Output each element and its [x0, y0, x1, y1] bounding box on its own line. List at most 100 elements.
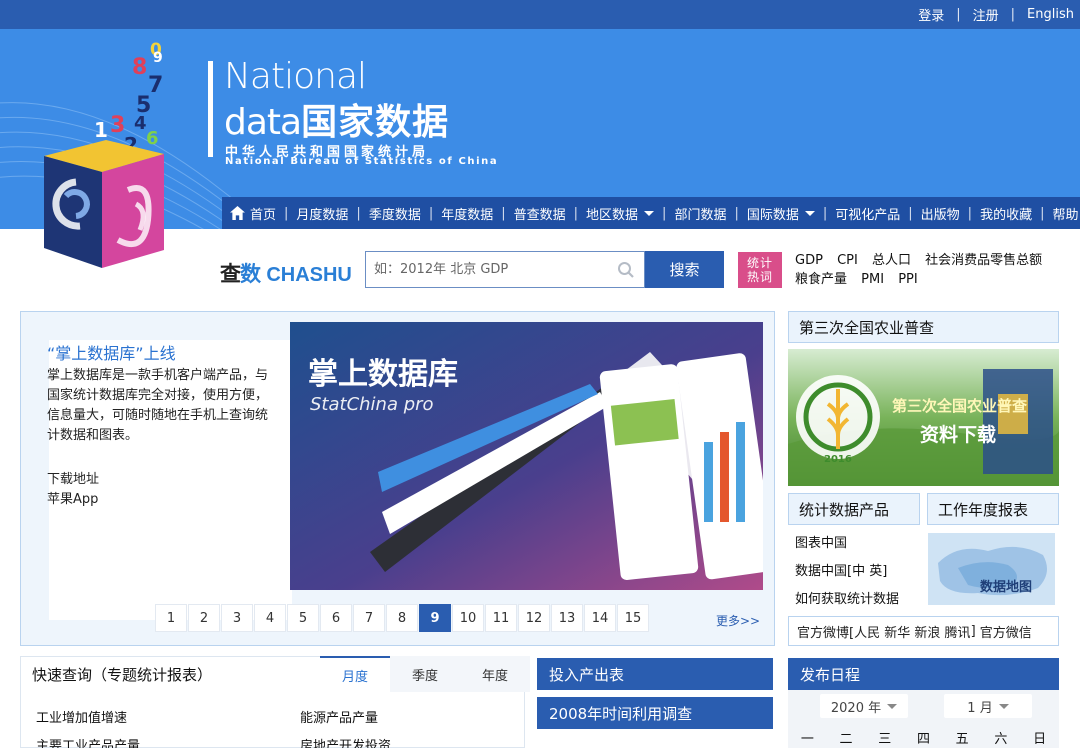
tab-annual[interactable]: 年度 — [460, 656, 530, 692]
divider: | — [956, 7, 961, 22]
chashu-en: CHASHU — [266, 264, 352, 286]
nav-regional[interactable]: 地区数据 — [586, 204, 655, 223]
weekday-label: 一 — [800, 732, 814, 747]
nav-publications[interactable]: 出版物 — [921, 204, 960, 223]
release-calendar-title: 发布日程 — [800, 665, 861, 684]
page-button[interactable]: 2 — [188, 604, 220, 632]
search-input[interactable] — [366, 252, 606, 287]
download-label: 下载地址 — [47, 472, 100, 487]
nav-departmental[interactable]: 部门数据 — [674, 204, 726, 223]
hot-words: GDP CPI 总人口 社会消费品零售总额 粮食产量 PMI PPI — [795, 251, 1080, 289]
hot-word[interactable]: CPI — [837, 253, 858, 268]
quick-query-item[interactable]: 能源产品产量 — [300, 707, 378, 726]
page-button-active[interactable]: 9 — [419, 604, 451, 632]
banner-title: 掌上数据库 — [308, 357, 458, 392]
nav-census[interactable]: 普查数据 — [514, 204, 566, 223]
wechat-link[interactable]: 官方微信 — [980, 622, 1032, 641]
census-banner-line2: 资料下载 — [920, 423, 996, 446]
data-products-header[interactable]: 统计数据产品 — [788, 493, 920, 525]
quick-query-tabs: 月度 季度 年度 — [320, 656, 530, 692]
list-item[interactable]: 如何获取统计数据 — [795, 586, 899, 614]
page-button[interactable]: 8 — [386, 604, 418, 632]
carousel-banner[interactable]: 掌上数据库 StatChina pro — [290, 322, 763, 590]
divider: | — [822, 205, 828, 221]
hot-words-row: 粮食产量 PMI PPI — [795, 270, 1080, 289]
nav-help[interactable]: 帮助 — [1052, 204, 1078, 223]
page-button[interactable]: 15 — [617, 604, 649, 632]
main-nav: 首页 | 月度数据 | 季度数据 | 年度数据 | 普查数据 | 地区数据 | … — [222, 197, 1080, 229]
org-name-en: National Bureau of Statistics of China — [225, 156, 499, 167]
tab-monthly[interactable]: 月度 — [320, 656, 390, 692]
page-button[interactable]: 12 — [518, 604, 550, 632]
nav-home-label: 首页 — [250, 207, 277, 223]
divider: | — [908, 205, 913, 221]
nav-quarterly[interactable]: 季度数据 — [369, 204, 421, 223]
weibo-link-sina[interactable]: 新浪 — [914, 622, 940, 641]
quick-query-item[interactable]: 主要工业产品产量 — [36, 735, 140, 748]
page-button[interactable]: 4 — [254, 604, 286, 632]
annual-report-title: 工作年度报表 — [938, 500, 1029, 519]
divider: | — [428, 205, 434, 221]
nav-favorites[interactable]: 我的收藏 — [980, 204, 1032, 223]
nav-home[interactable]: 首页 — [230, 204, 276, 223]
page-button[interactable]: 14 — [584, 604, 616, 632]
data-products-list: 图表中国 数据中国[中 英] 如何获取统计数据 — [795, 530, 899, 614]
page-button[interactable]: 10 — [452, 604, 484, 632]
feature-description: 掌上数据库是一款手机客户端产品，与国家统计数据库完全对接，使用方便，信息量大，可… — [47, 368, 269, 443]
census-header[interactable]: 第三次全国农业普查 — [788, 311, 1059, 343]
time-survey-header[interactable]: 2008年时间利用调查 — [537, 697, 773, 729]
login-link[interactable]: 登录 — [918, 5, 944, 24]
weekday-label: 日 — [1033, 732, 1047, 747]
census-banner[interactable]: 2016 第三次全国农业普查 资料下载 — [788, 349, 1059, 486]
list-item[interactable]: 图表中国 — [795, 530, 899, 558]
search-button[interactable]: 搜索 — [645, 251, 724, 288]
map-image: 数据地图 — [928, 533, 1055, 605]
month-select[interactable]: 1 月 — [944, 694, 1032, 718]
nav-visualization[interactable]: 可视化产品 — [835, 204, 900, 223]
hot-word[interactable]: PPI — [898, 272, 918, 287]
io-table-header[interactable]: 投入产出表 — [537, 658, 773, 690]
hot-word[interactable]: 粮食产量 — [795, 272, 847, 287]
more-link[interactable]: 更多>> — [716, 612, 760, 629]
page-button[interactable]: 3 — [221, 604, 253, 632]
hot-word[interactable]: GDP — [795, 253, 823, 268]
page-button[interactable]: 13 — [551, 604, 583, 632]
apple-app-link[interactable]: 苹果App — [47, 490, 99, 510]
year-select[interactable]: 2020 年 — [820, 694, 908, 718]
weibo-link-xinhua[interactable]: 新华 — [884, 622, 910, 641]
divider: | — [501, 205, 506, 221]
weibo-label: 官方微博[ — [797, 625, 855, 641]
weibo-link-tencent[interactable]: 腾讯 — [945, 622, 971, 641]
hot-word[interactable]: 总人口 — [872, 253, 911, 268]
hot-word[interactable]: 社会消费品零售总额 — [925, 253, 1042, 268]
page-button[interactable]: 1 — [155, 604, 187, 632]
io-table-title: 投入产出表 — [549, 665, 625, 684]
annual-report-header[interactable]: 工作年度报表 — [927, 493, 1059, 525]
logo-number: 9 — [153, 50, 163, 66]
caret-down-icon — [998, 703, 1009, 709]
logo-data-cn: 国家数据 — [301, 102, 450, 143]
logo-divider — [208, 61, 213, 157]
data-map-thumbnail[interactable]: 数据地图 — [928, 533, 1055, 605]
english-link[interactable]: English — [1027, 7, 1074, 22]
page-button[interactable]: 11 — [485, 604, 517, 632]
nav-international[interactable]: 国际数据 — [747, 204, 815, 223]
weibo-link-renmin[interactable]: 人民 — [854, 622, 880, 641]
register-link[interactable]: 注册 — [973, 5, 999, 24]
census-banner-line1: 第三次全国农业普查 — [892, 397, 1028, 415]
hot-badge-line1: 统计 — [746, 256, 773, 270]
quick-query-item[interactable]: 房地产开发投资 — [300, 735, 391, 748]
page-button[interactable]: 7 — [353, 604, 385, 632]
feature-title[interactable]: “掌上数据库”上线 — [47, 340, 176, 364]
page-button[interactable]: 5 — [287, 604, 319, 632]
quick-query-item[interactable]: 工业增加值增速 — [36, 707, 127, 726]
hot-word[interactable]: PMI — [861, 272, 884, 287]
divider: | — [1010, 7, 1016, 22]
tab-quarterly[interactable]: 季度 — [390, 656, 460, 692]
page-button[interactable]: 6 — [320, 604, 352, 632]
list-item[interactable]: 数据中国[中 英] — [795, 558, 899, 586]
nav-annual[interactable]: 年度数据 — [441, 204, 493, 223]
search-icon[interactable] — [617, 261, 635, 279]
logo-number: 8 — [132, 55, 148, 80]
nav-monthly[interactable]: 月度数据 — [296, 204, 348, 223]
